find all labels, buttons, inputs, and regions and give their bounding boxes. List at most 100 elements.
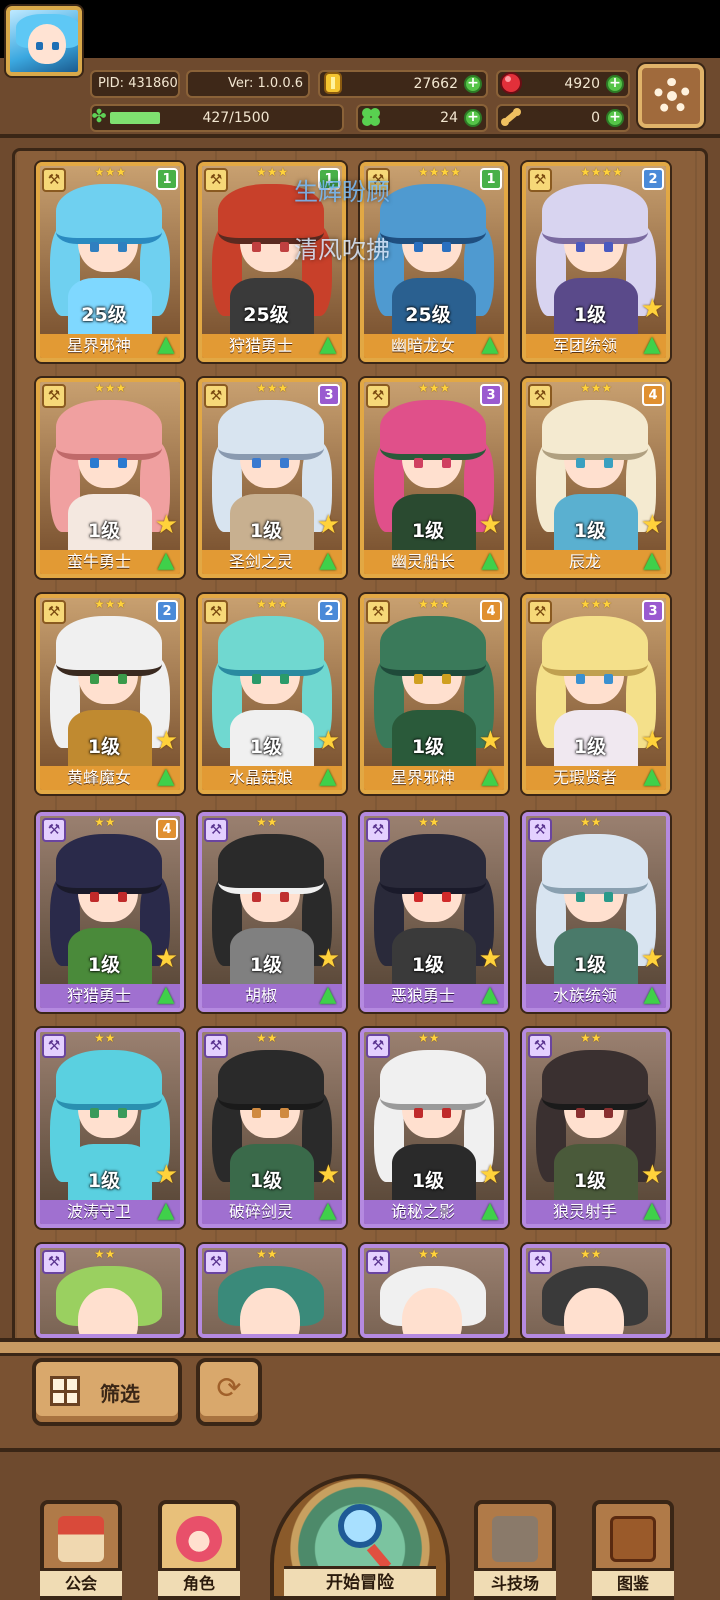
character-card-partial[interactable]: ⚒ ★★ xyxy=(198,1244,346,1338)
character-card[interactable]: ⚒ ★★★ 2 1级 ★ 水晶菇娘 ▲ xyxy=(198,594,346,794)
class-icon: ⚒ xyxy=(42,384,66,408)
rarity-stars: ★★ xyxy=(418,815,440,829)
portrait-eye xyxy=(90,892,99,902)
character-card[interactable]: ⚒ ★★ 1级 ★ 水族统领 ▲ xyxy=(522,812,670,1012)
class-icon: ⚒ xyxy=(42,818,66,842)
portrait-eye xyxy=(442,1108,451,1118)
star-upgrade-icon: ★ xyxy=(154,944,178,974)
class-icon: ⚒ xyxy=(204,1250,228,1274)
add-clover-button[interactable]: + xyxy=(464,109,482,127)
nav-arena[interactable]: 斗技场 xyxy=(474,1500,556,1600)
gear-center xyxy=(664,88,680,104)
star-upgrade-icon: ★ xyxy=(478,1160,502,1190)
character-card-partial[interactable]: ⚒ ★★ xyxy=(360,1244,508,1338)
grid-icon xyxy=(50,1376,80,1406)
add-gem-button[interactable]: + xyxy=(606,75,624,93)
character-card[interactable]: ⚒ ★★ 1级 ★ 波涛守卫 ▲ xyxy=(36,1028,184,1228)
portrait-eye xyxy=(414,1108,423,1118)
character-card[interactable]: ⚒ ★★★ 3 1级 ★ 无瑕贤者 ▲ xyxy=(522,594,670,794)
upgrade-arrow-icon: ▲ xyxy=(643,982,661,1007)
upgrade-arrow-icon: ▲ xyxy=(157,548,175,573)
rank-badge: 2 xyxy=(156,600,178,622)
portrait-eye xyxy=(118,458,127,468)
class-icon: ⚒ xyxy=(42,600,66,624)
character-card[interactable]: ⚒ ★★ 1级 ★ 破碎剑灵 ▲ xyxy=(198,1028,346,1228)
upgrade-arrow-icon: ▲ xyxy=(157,982,175,1007)
portrait-eye xyxy=(576,892,585,902)
portrait-eye xyxy=(252,1108,261,1118)
portrait-hair xyxy=(56,1050,162,1110)
character-card[interactable]: ⚒ ★★ 1级 ★ 恶狼勇士 ▲ xyxy=(360,812,508,1012)
character-face-icon xyxy=(176,1516,222,1562)
rank-badge: 1 xyxy=(480,168,502,190)
nav-character[interactable]: 角色 xyxy=(158,1500,240,1600)
class-icon: ⚒ xyxy=(42,1034,66,1058)
character-card[interactable]: ⚒ ★★★ 4 1级 ★ 辰龙 ▲ xyxy=(522,378,670,578)
portrait-hair xyxy=(542,1050,648,1110)
filter-label: 筛选 xyxy=(100,1382,140,1406)
nav-codex[interactable]: 图鉴 xyxy=(592,1500,674,1600)
portrait-eye xyxy=(414,674,423,684)
upgrade-arrow-icon: ▲ xyxy=(643,548,661,573)
character-card[interactable]: ⚒ ★★ 4 1级 ★ 狩猎勇士 ▲ xyxy=(36,812,184,1012)
character-card[interactable]: ⚒ ★★★ 3 1级 ★ 圣剑之灵 ▲ xyxy=(198,378,346,578)
character-card-partial[interactable]: ⚒ ★★ xyxy=(36,1244,184,1338)
character-card[interactable]: ⚒ ★★★★ 2 1级 ★ 军团统领 ▲ xyxy=(522,162,670,362)
upgrade-arrow-icon: ▲ xyxy=(481,548,499,573)
portrait-eye xyxy=(280,892,289,902)
rarity-stars: ★★ xyxy=(94,815,116,829)
settings-button[interactable] xyxy=(638,64,704,128)
star-upgrade-icon: ★ xyxy=(478,726,502,756)
class-icon: ⚒ xyxy=(366,600,390,624)
upgrade-arrow-icon: ▲ xyxy=(157,764,175,789)
portrait-hair xyxy=(218,834,324,894)
portrait-eye xyxy=(90,674,99,684)
gem-counter: 4920 + xyxy=(496,70,630,98)
rank-badge: 4 xyxy=(480,600,502,622)
add-bone-button[interactable]: + xyxy=(606,109,624,127)
portrait-eye xyxy=(604,674,613,684)
upgrade-arrow-icon: ▲ xyxy=(157,1198,175,1223)
rank-badge: 3 xyxy=(480,384,502,406)
nav-guild[interactable]: 公会 xyxy=(40,1500,122,1600)
upgrade-arrow-icon: ▲ xyxy=(319,764,337,789)
portrait-eye xyxy=(252,458,261,468)
character-card-partial[interactable]: ⚒ ★★ xyxy=(522,1244,670,1338)
gold-value: 27662 xyxy=(413,76,458,92)
character-card[interactable]: ⚒ ★★★ 1级 ★ 蛮牛勇士 ▲ xyxy=(36,378,184,578)
portrait-hair xyxy=(56,834,162,894)
player-id: PID: 431860 xyxy=(90,70,180,98)
character-card[interactable]: ⚒ ★★★ 2 1级 ★ 黄蜂魔女 ▲ xyxy=(36,594,184,794)
portrait-eye xyxy=(90,458,99,468)
rarity-stars: ★★★ xyxy=(94,165,127,179)
class-icon: ⚒ xyxy=(42,168,66,192)
portrait-hair xyxy=(380,834,486,894)
crossed-swords-icon xyxy=(492,1516,538,1562)
star-upgrade-icon: ★ xyxy=(154,1160,178,1190)
portrait-hair xyxy=(56,400,162,460)
rank-badge: 4 xyxy=(156,818,178,840)
portrait-eye xyxy=(252,242,261,252)
class-icon: ⚒ xyxy=(528,384,552,408)
add-gold-button[interactable]: + xyxy=(464,75,482,93)
character-card[interactable]: ⚒ ★★ 1级 ★ 诡秘之影 ▲ xyxy=(360,1028,508,1228)
character-card[interactable]: ⚒ ★★ 1级 ★ 狼灵射手 ▲ xyxy=(522,1028,670,1228)
codex-book-icon xyxy=(610,1516,656,1562)
portrait-eye xyxy=(604,892,613,902)
character-card[interactable]: ⚒ ★★ 1级 ★ 胡椒 ▲ xyxy=(198,812,346,1012)
rank-badge: 3 xyxy=(642,600,664,622)
character-card[interactable]: ⚒ ★★★ 1 25级 星界邪神 ▲ xyxy=(36,162,184,362)
class-icon: ⚒ xyxy=(528,168,552,192)
star-upgrade-icon: ★ xyxy=(640,944,664,974)
version-label: Ver: 1.0.0.6 xyxy=(186,70,310,98)
character-card[interactable]: ⚒ ★★★ 3 1级 ★ 幽灵船长 ▲ xyxy=(360,378,508,578)
character-card[interactable]: ⚒ ★★★ 4 1级 ★ 星界邪神 ▲ xyxy=(360,594,508,794)
player-avatar[interactable] xyxy=(6,6,82,76)
portrait-hair xyxy=(542,400,648,460)
refresh-button[interactable]: ⟳ xyxy=(196,1358,262,1426)
panel-trim xyxy=(0,1342,720,1356)
portrait-eye xyxy=(576,674,585,684)
class-icon: ⚒ xyxy=(204,1034,228,1058)
star-upgrade-icon: ★ xyxy=(316,510,340,540)
filter-button[interactable]: 筛选 xyxy=(32,1358,182,1426)
